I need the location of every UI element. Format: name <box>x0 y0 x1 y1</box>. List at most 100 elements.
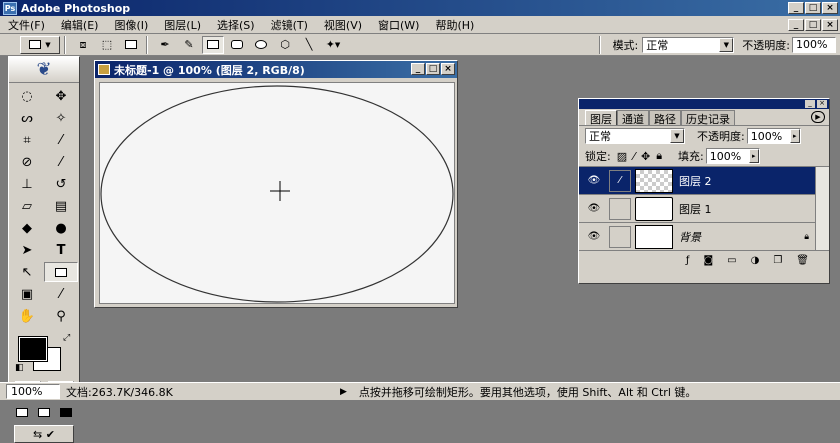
rectangle-tool[interactable] <box>44 262 78 282</box>
menu-image[interactable]: 图像(I) <box>106 17 156 33</box>
dodge-tool[interactable]: ● <box>44 218 78 238</box>
doc-close-button[interactable]: × <box>822 19 838 31</box>
document-maximize-button[interactable]: □ <box>426 63 440 75</box>
lock-image-icon[interactable]: ⁄ <box>633 150 635 163</box>
rectangle-icon <box>207 40 219 49</box>
type-tool[interactable]: T <box>44 240 78 260</box>
eye-icon[interactable]: 👁︎ <box>579 175 609 186</box>
tab-history[interactable]: 历史记录 <box>681 110 735 126</box>
path-selection-tool[interactable]: ➤ <box>10 240 44 260</box>
jump-to-imageready-button[interactable]: ⇆ ✔ <box>14 425 74 443</box>
app-close-button[interactable]: × <box>822 2 838 14</box>
tab-paths[interactable]: 路径 <box>649 110 681 126</box>
eye-icon[interactable]: 👁︎ <box>579 231 609 242</box>
brush-tool[interactable]: ⁄ <box>44 152 78 172</box>
opacity-input[interactable]: 100% <box>792 36 836 53</box>
magic-wand-tool[interactable]: ✧ <box>44 108 78 128</box>
blur-tool[interactable]: ◆ <box>10 218 44 238</box>
chevron-right-icon: ▸ <box>748 149 759 163</box>
rounded-rectangle-button[interactable] <box>226 36 248 54</box>
hand-tool[interactable]: ✋ <box>10 306 44 326</box>
ellipse-shape-button[interactable] <box>250 36 272 54</box>
tool-preset-picker[interactable]: ▼ <box>20 35 60 54</box>
new-layer-icon[interactable]: ❐ <box>773 255 782 266</box>
lock-position-icon[interactable]: ✥ <box>641 150 650 163</box>
paths-button[interactable]: ⬚ <box>96 36 118 54</box>
eye-icon[interactable]: 👁︎ <box>579 203 609 214</box>
gradient-tool[interactable]: ▤ <box>44 196 78 216</box>
menu-file[interactable]: 文件(F) <box>0 17 53 33</box>
zoom-input[interactable]: 100% <box>6 384 60 399</box>
custom-shape-button[interactable]: ✦ ▼ <box>322 36 344 54</box>
lasso-tool[interactable]: ᔕ <box>10 108 44 128</box>
eyedropper-tool[interactable]: ⁄ <box>44 284 78 304</box>
lock-transparency-icon[interactable]: ▨ <box>617 150 627 163</box>
doc-restore-button[interactable]: □ <box>805 19 821 31</box>
brush-link-icon[interactable]: ⁄ <box>609 169 631 192</box>
lasso-icon: ᔕ <box>21 110 33 126</box>
menu-select[interactable]: 选择(S) <box>209 17 263 33</box>
mode-select[interactable]: 正常 ▼ <box>642 36 735 53</box>
feather-logo-icon[interactable]: ❦ <box>9 57 79 83</box>
swap-colors-icon[interactable]: ⤢ <box>63 333 70 343</box>
adjustment-layer-icon[interactable]: ◑ <box>751 255 760 266</box>
tab-channels[interactable]: 通道 <box>617 110 649 126</box>
default-colors-icon[interactable]: ◧ <box>15 363 24 373</box>
history-brush-tool[interactable]: ↺ <box>44 174 78 194</box>
new-set-icon[interactable]: ▭ <box>727 255 736 266</box>
crop-tool[interactable]: ⌗ <box>10 130 44 150</box>
pen-tool-button[interactable]: ✒ <box>154 36 176 54</box>
layer-mask-icon[interactable]: ◙ <box>703 255 713 266</box>
menu-layer[interactable]: 图层(L) <box>156 17 209 33</box>
lock-all-icon[interactable]: 🔒︎ <box>656 149 662 163</box>
status-menu-arrow-icon[interactable]: ▶ <box>340 387 347 397</box>
polygon-shape-button[interactable]: ⬡ <box>274 36 296 54</box>
full-screen-menu-button[interactable] <box>35 403 53 421</box>
link-cell[interactable] <box>609 197 631 220</box>
document-canvas[interactable] <box>99 82 455 304</box>
menu-help[interactable]: 帮助(H) <box>427 17 482 33</box>
layers-panel-titlebar[interactable]: _ × <box>579 99 829 109</box>
eraser-tool[interactable]: ▱ <box>10 196 44 216</box>
panel-close-button[interactable]: × <box>817 100 827 108</box>
line-shape-button[interactable]: ╲ <box>298 36 320 54</box>
options-separator <box>146 35 148 54</box>
full-screen-button[interactable] <box>57 403 75 421</box>
layer-opacity-input[interactable]: 100% ▸ <box>746 128 801 144</box>
notes-tool[interactable]: ▣ <box>10 284 44 304</box>
link-cell[interactable] <box>609 225 631 248</box>
rectangle-shape-button[interactable] <box>202 35 224 54</box>
layers-scrollbar[interactable] <box>815 167 829 250</box>
fill-pixels-button[interactable] <box>120 36 142 54</box>
menu-filter[interactable]: 滤镜(T) <box>263 17 316 33</box>
move-tool[interactable]: ✥ <box>44 86 78 106</box>
trash-icon[interactable]: 🗑︎ <box>796 255 809 266</box>
blend-mode-select[interactable]: 正常 ▼ <box>585 128 685 144</box>
marquee-tool[interactable]: ◌ <box>10 86 44 106</box>
foreground-color-swatch[interactable] <box>18 336 48 362</box>
healing-brush-tool[interactable]: ⊘ <box>10 152 44 172</box>
document-minimize-button[interactable]: _ <box>411 63 425 75</box>
document-close-button[interactable]: × <box>441 63 455 75</box>
slice-tool[interactable]: ⁄ <box>44 130 78 150</box>
menu-window[interactable]: 窗口(W) <box>370 17 427 33</box>
app-maximize-button[interactable]: □ <box>805 2 821 14</box>
panel-menu-icon[interactable]: ▶ <box>811 111 825 123</box>
menu-edit[interactable]: 编辑(E) <box>53 17 107 33</box>
fill-input[interactable]: 100% ▸ <box>705 148 760 164</box>
pen-tool[interactable]: ↖ <box>10 262 44 282</box>
layer-row-layer-2[interactable]: 👁︎ ⁄ 图层 2 <box>579 167 829 195</box>
standard-screen-button[interactable] <box>13 403 31 421</box>
freeform-pen-button[interactable]: ✎ <box>178 36 200 54</box>
clone-stamp-tool[interactable]: ⊥ <box>10 174 44 194</box>
shape-layers-button[interactable]: ⧈ <box>72 36 94 54</box>
menu-view[interactable]: 视图(V) <box>316 17 370 33</box>
tab-layers[interactable]: 图层 <box>585 110 617 126</box>
layer-row-layer-1[interactable]: 👁︎ 图层 1 <box>579 195 829 223</box>
app-minimize-button[interactable]: _ <box>788 2 804 14</box>
layer-style-icon[interactable]: ƒ <box>686 255 690 266</box>
doc-minimize-button[interactable]: _ <box>788 19 804 31</box>
layer-row-background[interactable]: 👁︎ 背景 🔒︎ <box>579 223 829 251</box>
panel-minimize-button[interactable]: _ <box>805 100 815 108</box>
zoom-tool[interactable]: ⚲ <box>44 306 78 326</box>
